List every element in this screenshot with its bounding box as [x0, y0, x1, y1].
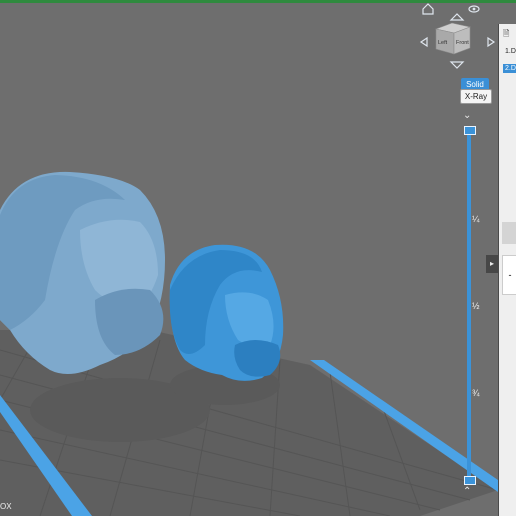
chevron-up-icon[interactable]: ⌃ [463, 486, 471, 497]
arrow-right-icon[interactable] [487, 36, 496, 48]
arrow-up-icon[interactable] [449, 13, 465, 21]
home-icon[interactable] [422, 3, 434, 15]
cube-left-label: Left [438, 40, 448, 46]
eye-icon[interactable] [468, 5, 480, 13]
slider-tick-three-quarter: ¾ [472, 388, 480, 398]
panel-item-1[interactable]: 1.D [505, 48, 516, 55]
panel-gray-block [502, 222, 516, 244]
panel-card[interactable]: - [502, 255, 516, 295]
head-model-left[interactable] [0, 171, 165, 374]
layer-slider-top-handle[interactable] [464, 126, 476, 135]
slider-tick-half: ½ [472, 301, 480, 311]
nav-cube[interactable]: Left Front [434, 22, 472, 55]
cube-front-label: Front [456, 40, 469, 46]
panel-item-2[interactable]: 2.D [503, 64, 516, 73]
layer-slider-bottom-handle[interactable] [464, 476, 476, 485]
head-model-right[interactable] [169, 244, 284, 381]
document-icon: 🗎 [503, 29, 510, 38]
slider-tick-quarter: ¼ [472, 214, 480, 224]
view-cube-widget[interactable]: Left Front [418, 2, 496, 72]
expand-panel-button[interactable]: ▸ [486, 255, 498, 273]
corner-label: OX [0, 502, 12, 511]
xray-view-button[interactable]: X-Ray [460, 89, 492, 104]
arrow-left-icon[interactable] [419, 36, 428, 48]
chevron-down-icon[interactable]: ⌄ [463, 110, 471, 121]
3d-viewport[interactable] [0, 0, 516, 516]
layer-slider-track[interactable] [467, 130, 471, 480]
arrow-down-icon[interactable] [449, 61, 465, 69]
panel-divider [498, 24, 499, 516]
